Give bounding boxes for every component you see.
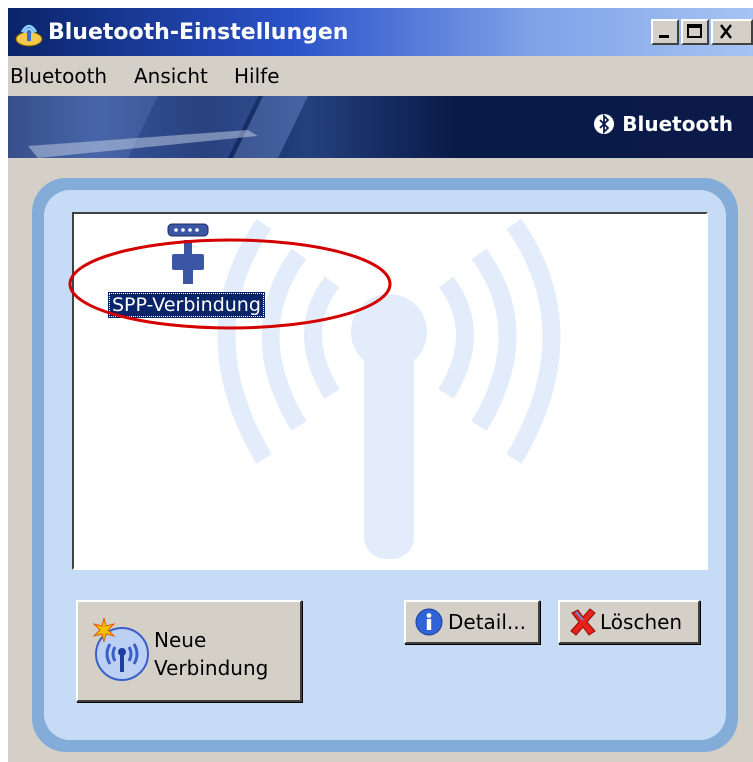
maximize-icon — [687, 24, 702, 38]
bluetooth-app-icon — [15, 24, 43, 47]
menu-bar: Bluetooth Ansicht Hilfe — [8, 56, 753, 96]
close-button[interactable] — [711, 19, 753, 45]
menu-bluetooth[interactable]: Bluetooth — [10, 64, 107, 88]
info-icon — [415, 608, 443, 636]
bluetooth-brand: Bluetooth — [593, 112, 733, 136]
delete-label: Löschen — [600, 610, 683, 634]
details-button[interactable]: Detail... — [404, 600, 540, 644]
delete-button[interactable]: Löschen — [558, 600, 700, 644]
bluetooth-brand-text: Bluetooth — [622, 112, 733, 136]
highlight-ellipse — [68, 238, 392, 330]
delete-icon — [570, 608, 596, 636]
new-connection-button[interactable]: Neue Verbindung — [76, 600, 302, 702]
bluetooth-logo-icon — [594, 113, 615, 135]
close-icon — [720, 24, 732, 39]
new-connection-label-line1: Neue — [154, 628, 207, 652]
menu-hilfe[interactable]: Hilfe — [234, 64, 280, 88]
details-label: Detail... — [448, 610, 526, 634]
menu-ansicht[interactable]: Ansicht — [134, 64, 208, 88]
window-title: Bluetooth-Einstellungen — [48, 20, 349, 45]
minimize-button[interactable] — [651, 19, 679, 45]
header-banner: Bluetooth — [8, 96, 753, 158]
bluetooth-settings-window: Bluetooth-Einstellungen Bluetooth Ansich… — [8, 8, 753, 762]
title-bar[interactable]: Bluetooth-Einstellungen — [8, 8, 753, 56]
new-connection-label-line2: Verbindung — [154, 656, 269, 680]
minimize-icon — [659, 35, 669, 38]
new-connection-icon — [92, 617, 149, 681]
maximize-button[interactable] — [681, 19, 709, 45]
